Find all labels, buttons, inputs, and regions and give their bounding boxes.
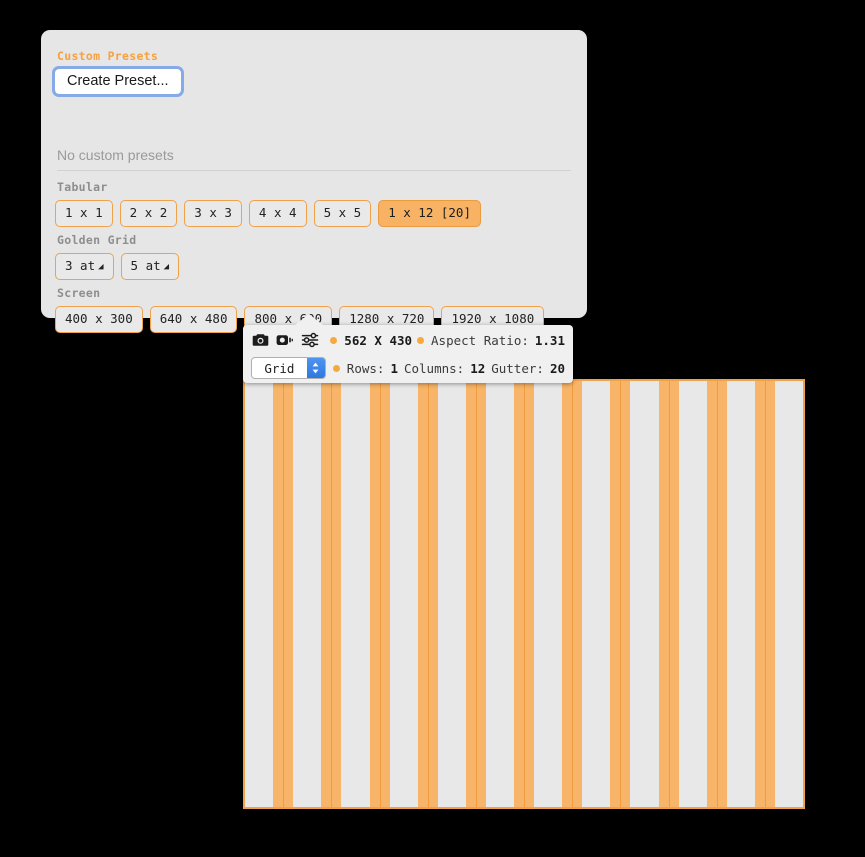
screen-root: Custom Presets Create Preset... No custo… [0,0,865,857]
grid-toolbar: 562 X 430 Aspect Ratio: 1.31 Grid Rows: … [243,314,573,383]
gutter-label: Gutter: [491,360,544,376]
caret-down-icon: ◢ [163,262,170,272]
create-preset-button[interactable]: Create Preset... [52,66,184,97]
columns-value: 12 [470,360,486,376]
grid-gutter-bands [245,381,803,807]
mode-select-value: Grid [264,360,295,376]
toolbar-row-secondary: Grid Rows: 1 Columns: 12 Gutter: 20 [243,353,573,383]
grid-gutter-centerline [524,381,525,807]
preset-row-golden-grid: 3 at ◢ 5 at ◢ [55,253,180,281]
separator-dot [332,364,340,372]
toolbar-row-primary: 562 X 430 Aspect Ratio: 1.31 [243,325,573,353]
grid-gutter-centerline [620,381,622,807]
create-preset-button-wrap: Create Preset... [52,66,184,97]
group-label-golden-grid: Golden Grid [57,233,137,247]
golden-5at-label: 5 at [130,258,161,273]
preset-button-golden-5at[interactable]: 5 at ◢ [120,253,180,281]
camera-icon[interactable] [251,330,270,350]
preset-button-400x300[interactable]: 400 x 300 [55,306,143,333]
aspect-ratio-value: 1.31 [534,332,565,348]
no-custom-presets-text: No custom presets [57,147,174,163]
caret-down-icon: ◢ [98,262,104,272]
panel-divider [57,170,571,171]
separator-dot [417,336,425,344]
gutter-value: 20 [549,360,565,376]
video-icon[interactable] [276,330,295,350]
preset-button-2x2[interactable]: 2 x 2 [119,200,178,227]
rows-value: 1 [390,360,398,376]
preset-button-golden-3at[interactable]: 3 at ◢ [55,253,114,281]
mode-select[interactable]: Grid [251,357,326,379]
columns-label: Columns: [403,360,465,376]
grid-gutter-centerline [475,381,477,807]
rows-label: Rows: [346,360,385,376]
preset-button-3x3[interactable]: 3 x 3 [184,200,242,227]
grid-gutter-centerline [716,381,718,807]
grid-gutter-centerline [331,381,333,807]
preset-button-640x480[interactable]: 640 x 480 [149,306,238,333]
grid-gutter-centerline [379,381,381,807]
separator-dot [330,336,338,344]
preset-button-5x5[interactable]: 5 x 5 [313,200,372,227]
preset-button-4x4[interactable]: 4 x 4 [248,200,307,227]
grid-gutter-centerline [283,381,285,807]
select-stepper-arrows-icon[interactable] [306,358,325,378]
custom-presets-heading: Custom Presets [57,49,159,63]
preset-row-tabular: 1 x 1 2 x 2 3 x 3 4 x 4 5 x 5 1 x 12 [20… [55,200,481,227]
grid-overlay[interactable] [243,379,805,809]
grid-gutter-centerline [427,381,429,807]
toolbar-notch-arrow [295,314,323,325]
settings-sliders-icon[interactable] [301,330,320,350]
aspect-ratio-label: Aspect Ratio: [431,332,529,348]
preset-button-1x1[interactable]: 1 x 1 [55,200,113,227]
grid-gutter-centerline [668,381,670,807]
grid-gutter-centerline [764,381,766,807]
preset-button-1x12-active[interactable]: 1 x 12 [20] [378,200,481,227]
group-label-screen: Screen [57,286,101,300]
canvas-dimensions-value: 562 X 430 [344,332,413,348]
group-label-tabular: Tabular [57,180,108,194]
golden-3at-label: 3 at [65,258,96,273]
grid-gutter-centerline [572,381,574,807]
custom-presets-panel: Custom Presets Create Preset... No custo… [41,30,587,333]
